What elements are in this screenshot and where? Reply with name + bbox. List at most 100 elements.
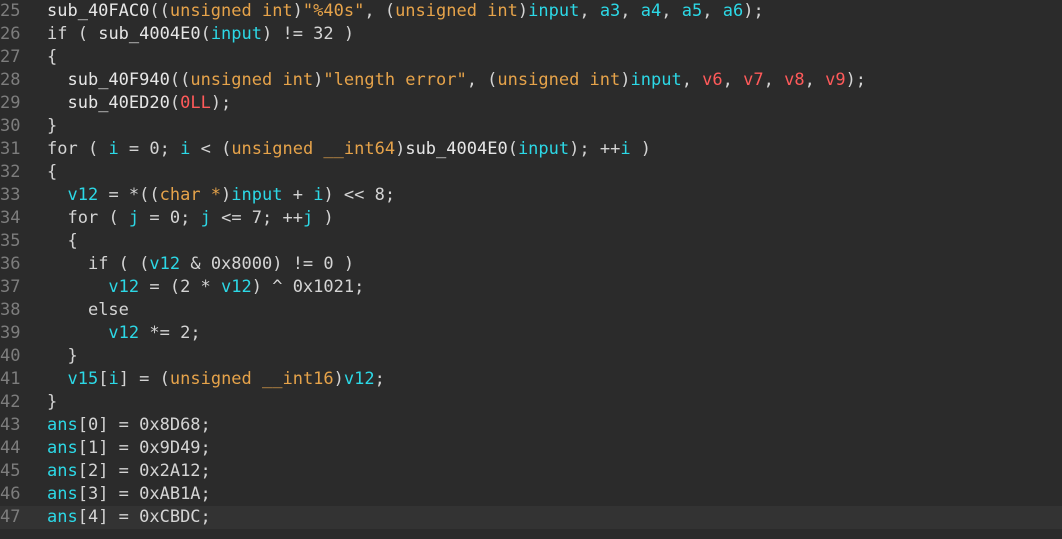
code-line[interactable]: 34 for ( j = 0; j <= 7; ++j ) bbox=[0, 207, 1062, 230]
code-token[interactable]: , bbox=[579, 1, 599, 21]
code-token[interactable]: if bbox=[47, 24, 67, 44]
code-text[interactable]: ans[0] = 0x8D68; bbox=[47, 414, 211, 437]
code-token[interactable] bbox=[47, 185, 67, 205]
code-token[interactable]: a3 bbox=[600, 1, 620, 21]
code-token[interactable]: v6 bbox=[702, 70, 722, 90]
code-token[interactable]: ) bbox=[395, 139, 405, 159]
code-token[interactable] bbox=[47, 369, 67, 389]
code-text[interactable]: { bbox=[47, 46, 57, 69]
code-token[interactable]: v12 bbox=[221, 277, 252, 297]
code-token[interactable]: , ( bbox=[467, 70, 498, 90]
code-token[interactable]: ) ^ 0x1021; bbox=[252, 277, 365, 297]
code-token[interactable]: (( bbox=[149, 1, 169, 21]
code-text[interactable]: ans[1] = 0x9D49; bbox=[47, 437, 211, 460]
code-token[interactable]: 0LL bbox=[180, 93, 211, 113]
code-token[interactable]: = 0; bbox=[119, 139, 180, 159]
code-token[interactable]: v12 bbox=[149, 254, 180, 274]
pseudocode-editor[interactable]: 25 sub_40FAC0((unsigned int)"%40s", (unsi… bbox=[0, 0, 1062, 539]
code-token[interactable]: <= 7; ++ bbox=[211, 208, 303, 228]
code-token[interactable]: = *(( bbox=[98, 185, 159, 205]
code-token[interactable]: ans bbox=[47, 507, 78, 527]
code-token[interactable]: "%40s" bbox=[303, 1, 364, 21]
code-token[interactable]: ); bbox=[846, 70, 866, 90]
code-token[interactable]: = 0; bbox=[139, 208, 200, 228]
code-line[interactable]: 31 for ( i = 0; i < (unsigned __int64)sub… bbox=[0, 138, 1062, 161]
code-token[interactable]: input bbox=[518, 139, 569, 159]
code-line[interactable]: 46 ans[3] = 0xAB1A; bbox=[0, 483, 1062, 506]
code-text[interactable]: if ( (v12 & 0x8000) != 0 ) bbox=[47, 253, 354, 276]
code-line[interactable]: 29 sub_40ED20(0LL); bbox=[0, 92, 1062, 115]
code-token[interactable]: ) bbox=[334, 369, 344, 389]
code-token[interactable]: ) bbox=[293, 1, 303, 21]
code-token[interactable]: j bbox=[303, 208, 313, 228]
code-token[interactable]: } bbox=[47, 392, 57, 412]
code-token[interactable]: unsigned int bbox=[190, 70, 313, 90]
code-token[interactable]: [4] = 0xCBDC; bbox=[78, 507, 211, 527]
code-text[interactable]: v12 *= 2; bbox=[47, 322, 200, 345]
code-text[interactable]: for ( j = 0; j <= 7; ++j ) bbox=[47, 207, 333, 230]
code-line[interactable]: 32 { bbox=[0, 161, 1062, 184]
code-token[interactable]: ) bbox=[631, 139, 651, 159]
code-token[interactable]: ( bbox=[78, 139, 109, 159]
code-token[interactable]: ) << 8; bbox=[323, 185, 395, 205]
code-line[interactable]: 37 v12 = (2 * v12) ^ 0x1021; bbox=[0, 276, 1062, 299]
code-text[interactable]: { bbox=[47, 230, 77, 253]
code-line[interactable]: 41 v15[i] = (unsigned __int16)v12; bbox=[0, 368, 1062, 391]
code-token[interactable]: , bbox=[620, 1, 640, 21]
code-line[interactable]: 35 { bbox=[0, 230, 1062, 253]
code-token[interactable]: sub_40FAC0 bbox=[47, 1, 149, 21]
code-token[interactable] bbox=[47, 323, 108, 343]
code-token[interactable] bbox=[47, 208, 67, 228]
code-token[interactable] bbox=[47, 93, 67, 113]
code-token[interactable]: } bbox=[47, 116, 57, 136]
code-token[interactable]: j bbox=[129, 208, 139, 228]
code-token[interactable]: [2] = 0x2A12; bbox=[78, 461, 211, 481]
code-text[interactable]: ans[2] = 0x2A12; bbox=[47, 460, 211, 483]
code-token[interactable]: char * bbox=[160, 185, 221, 205]
code-line[interactable]: 40 } bbox=[0, 345, 1062, 368]
code-text[interactable]: v15[i] = (unsigned __int16)v12; bbox=[47, 368, 384, 391]
code-token[interactable]: input bbox=[231, 185, 282, 205]
code-token[interactable]: , bbox=[723, 70, 743, 90]
code-token[interactable]: ); ++ bbox=[569, 139, 620, 159]
code-token[interactable]: else bbox=[88, 300, 129, 320]
code-token[interactable]: unsigned int bbox=[395, 1, 518, 21]
code-token[interactable]: unsigned __int64 bbox=[231, 139, 395, 159]
code-token[interactable]: i bbox=[180, 139, 190, 159]
code-text[interactable]: ans[3] = 0xAB1A; bbox=[47, 483, 211, 506]
code-token[interactable]: + bbox=[282, 185, 313, 205]
code-line[interactable]: 36 if ( (v12 & 0x8000) != 0 ) bbox=[0, 253, 1062, 276]
code-token[interactable]: , bbox=[702, 1, 722, 21]
code-token[interactable]: i bbox=[313, 185, 323, 205]
code-token[interactable]: v8 bbox=[784, 70, 804, 90]
code-token[interactable]: [0] = 0x8D68; bbox=[78, 415, 211, 435]
code-token[interactable] bbox=[47, 300, 88, 320]
code-text[interactable]: sub_40ED20(0LL); bbox=[47, 92, 231, 115]
code-token[interactable]: { bbox=[47, 47, 57, 67]
code-token[interactable]: a6 bbox=[723, 1, 743, 21]
code-token[interactable]: < ( bbox=[190, 139, 232, 159]
code-token[interactable]: { bbox=[47, 231, 77, 251]
code-token[interactable]: sub_40F940 bbox=[67, 70, 169, 90]
code-text[interactable]: { bbox=[47, 161, 57, 184]
code-token[interactable]: ) bbox=[221, 185, 231, 205]
code-line[interactable]: 26 if ( sub_4004E0(input) != 32 ) bbox=[0, 23, 1062, 46]
code-token[interactable]: ) != 32 ) bbox=[262, 24, 354, 44]
code-text[interactable]: for ( i = 0; i < (unsigned __int64)sub_4… bbox=[47, 138, 651, 161]
code-token[interactable]: , bbox=[682, 70, 702, 90]
code-token[interactable]: sub_4004E0 bbox=[405, 139, 507, 159]
code-token[interactable] bbox=[47, 254, 88, 274]
code-token[interactable]: [ bbox=[98, 369, 108, 389]
code-token[interactable]: ( bbox=[170, 93, 180, 113]
code-token[interactable]: , bbox=[764, 70, 784, 90]
code-token[interactable]: v12 bbox=[344, 369, 375, 389]
code-line[interactable]: 44 ans[1] = 0x9D49; bbox=[0, 437, 1062, 460]
code-token[interactable] bbox=[47, 277, 108, 297]
code-token[interactable]: ans bbox=[47, 438, 78, 458]
code-token[interactable]: [3] = 0xAB1A; bbox=[78, 484, 211, 504]
code-token[interactable]: input bbox=[631, 70, 682, 90]
code-token[interactable]: [1] = 0x9D49; bbox=[78, 438, 211, 458]
code-token[interactable]: unsigned int bbox=[497, 70, 620, 90]
code-token[interactable]: a4 bbox=[641, 1, 661, 21]
code-text[interactable]: ans[4] = 0xCBDC; bbox=[47, 506, 211, 529]
